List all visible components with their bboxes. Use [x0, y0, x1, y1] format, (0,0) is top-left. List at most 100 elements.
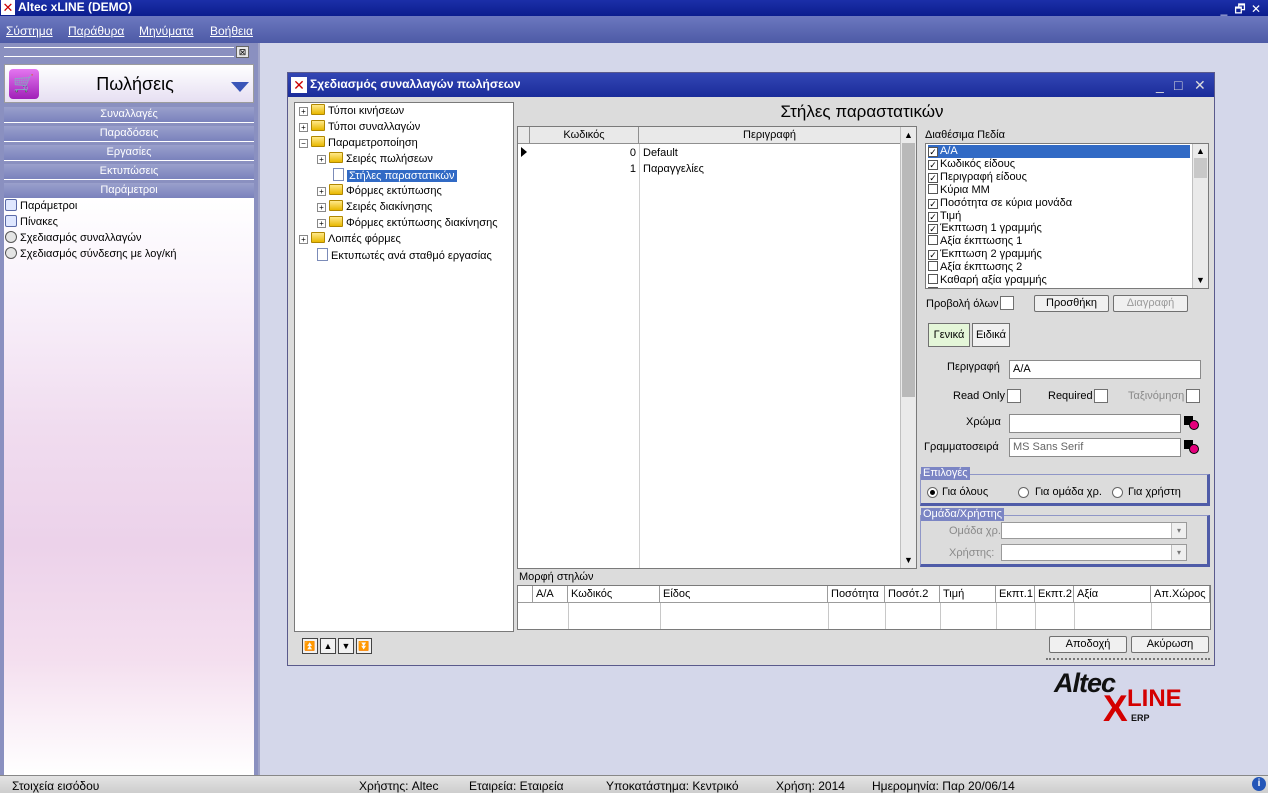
accept-button[interactable]: Αποδοχή — [1049, 636, 1127, 653]
tree-node-other-forms[interactable]: + Λοιπές φόρμες — [299, 232, 401, 248]
list-item[interactable]: ✓ Ποσότητα σε κύρια μονάδα — [928, 197, 1072, 210]
format-col-price[interactable]: Τιμή — [940, 586, 996, 603]
tree-node-distribution-print-forms[interactable]: + Φόρμες εκτύπωσης διακίνησης — [317, 216, 498, 232]
color-input[interactable] — [1009, 414, 1181, 433]
tree-node-document-columns[interactable]: Στήλες παραστατικών — [333, 168, 457, 184]
category-parameters[interactable]: Παράμετροι — [4, 183, 254, 199]
user-select[interactable]: ▾ — [1001, 544, 1187, 561]
field-checkbox[interactable]: ✓ — [928, 147, 938, 157]
list-item[interactable]: Σχεδιασμός σύνδεσης με λογ/κή — [5, 247, 177, 263]
list-item[interactable]: Αξία έκπτωσης 1 — [928, 235, 1022, 248]
add-field-button[interactable]: Προσθήκη — [1034, 295, 1109, 312]
tab-general[interactable]: Γενικά — [928, 323, 970, 347]
chevron-down-icon[interactable] — [231, 82, 249, 92]
scroll-down-icon[interactable]: ▼ — [903, 553, 914, 567]
list-item[interactable]: Παράμετροι — [5, 199, 77, 215]
close-dialog-button[interactable]: ✕ — [1194, 77, 1206, 94]
panel-pin-button[interactable]: ⊠ — [236, 46, 249, 58]
tree-node-parameterization[interactable]: − Παραμετροποίηση — [299, 136, 418, 152]
list-item[interactable]: ✓ Α/Α — [928, 145, 1190, 158]
tab-special[interactable]: Ειδικά — [972, 323, 1010, 347]
required-checkbox[interactable] — [1094, 389, 1108, 403]
category-tasks[interactable]: Εργασίες — [4, 145, 254, 161]
field-checkbox[interactable] — [928, 261, 938, 272]
move-top-button[interactable]: ⏫ — [302, 638, 318, 654]
field-checkbox[interactable]: ✓ — [928, 159, 938, 170]
scroll-up-icon[interactable]: ▲ — [1195, 145, 1206, 157]
category-prints[interactable]: Εκτυπώσεις — [4, 164, 254, 180]
info-icon[interactable]: i — [1252, 777, 1266, 791]
field-checkbox[interactable]: ✓ — [928, 250, 938, 261]
delete-field-button[interactable]: Διαγραφή — [1113, 295, 1188, 312]
tree-node-print-forms[interactable]: + Φόρμες εκτύπωσης — [317, 184, 442, 200]
format-col-value[interactable]: Αξία — [1074, 586, 1151, 603]
list-item[interactable]: Σχεδιασμός συναλλαγών — [5, 231, 141, 247]
field-checkbox[interactable]: ✓ — [928, 198, 938, 209]
fields-scrollbar[interactable]: ▲ ▼ — [1192, 144, 1208, 288]
scroll-down-icon[interactable]: ▼ — [1195, 274, 1206, 286]
scroll-thumb[interactable] — [902, 143, 915, 397]
tree-node-printers-per-station[interactable]: Εκτυπωτές ανά σταθμό εργασίας — [317, 248, 492, 264]
tree-node-transaction-types[interactable]: + Τύποι συναλλαγών — [299, 120, 420, 136]
field-checkbox[interactable] — [928, 183, 938, 194]
move-down-button[interactable]: ▼ — [338, 638, 354, 654]
module-selector[interactable]: 🛒 Πωλήσεις — [4, 64, 254, 103]
tree-node-sales-series[interactable]: + Σειρές πωλήσεων — [317, 152, 433, 168]
menu-system[interactable]: Σύστημα — [6, 24, 53, 38]
format-col-warehouse[interactable]: Απ.Χώρος — [1151, 586, 1210, 603]
font-picker-icon[interactable] — [1184, 440, 1199, 454]
user-group-select[interactable]: ▾ — [1001, 522, 1187, 539]
field-checkbox[interactable]: ✓ — [928, 172, 938, 183]
move-bottom-button[interactable]: ⏬ — [356, 638, 372, 654]
format-col-discount2[interactable]: Εκπτ.2 — [1035, 586, 1074, 603]
format-col-aa[interactable]: Α/Α — [533, 586, 568, 603]
list-item[interactable]: ✓ Τιμή — [928, 210, 961, 223]
category-deliveries[interactable]: Παραδόσεις — [4, 126, 254, 142]
list-item[interactable]: ✓ Κωδικός είδους — [928, 158, 1015, 171]
table-row[interactable]: 1 Παραγγελίες — [518, 162, 901, 178]
grid-header-code[interactable]: Κωδικός — [530, 127, 639, 144]
field-checkbox[interactable]: ✓ — [928, 211, 938, 222]
menu-messages[interactable]: Μηνύματα — [139, 24, 194, 38]
field-checkbox[interactable]: ✓ — [928, 224, 938, 235]
category-transactions[interactable]: Συναλλαγές — [4, 107, 254, 123]
menu-help[interactable]: Βοήθεια — [210, 24, 253, 38]
list-item[interactable]: ✓ Περιγραφή είδους — [928, 171, 1027, 184]
list-item[interactable]: ✓ Έκπτωση 1 γραμμής — [928, 222, 1042, 235]
list-item[interactable]: Πίνακες — [5, 215, 58, 231]
tree-node-movement-types[interactable]: + Τύποι κινήσεων — [299, 104, 404, 120]
table-row[interactable]: 0 Default — [518, 146, 901, 162]
format-col-code[interactable]: Κωδικός — [568, 586, 660, 603]
font-input[interactable]: MS Sans Serif — [1009, 438, 1181, 457]
description-input[interactable]: Α/Α — [1009, 360, 1201, 379]
list-item[interactable]: Φ.Π.Α. (%) — [928, 286, 993, 288]
format-col-item[interactable]: Είδος — [660, 586, 828, 603]
field-checkbox[interactable] — [928, 286, 938, 288]
minimize-dialog-button[interactable]: _ — [1156, 77, 1164, 93]
list-item[interactable]: Καθαρή αξία γραμμής — [928, 274, 1047, 287]
login-info-label[interactable]: Στοιχεία εισόδου — [12, 779, 99, 793]
show-all-checkbox[interactable] — [1000, 296, 1014, 310]
grid-scrollbar[interactable]: ▲ ▼ — [900, 127, 916, 568]
tree-node-distribution-series[interactable]: + Σειρές διακίνησης — [317, 200, 432, 216]
option-group-radio[interactable] — [1018, 487, 1029, 498]
scroll-up-icon[interactable]: ▲ — [903, 128, 914, 142]
maximize-dialog-button[interactable]: □ — [1174, 77, 1182, 93]
chevron-down-icon[interactable]: ▾ — [1171, 545, 1186, 560]
cancel-button[interactable]: Ακύρωση — [1131, 636, 1209, 653]
scroll-thumb[interactable] — [1194, 158, 1207, 178]
list-item[interactable]: ✓ Έκπτωση 2 γραμμής — [928, 248, 1042, 261]
field-checkbox[interactable] — [928, 235, 938, 246]
read-only-checkbox[interactable] — [1007, 389, 1021, 403]
option-user-radio[interactable] — [1112, 487, 1123, 498]
list-item[interactable]: Κύρια ΜΜ — [928, 183, 990, 197]
sort-checkbox[interactable] — [1186, 389, 1200, 403]
field-checkbox[interactable] — [928, 274, 938, 284]
option-all-radio[interactable] — [927, 487, 938, 498]
format-col-discount1[interactable]: Εκπτ.1 — [996, 586, 1035, 603]
list-item[interactable]: Αξία έκπτωσης 2 — [928, 261, 1022, 274]
chevron-down-icon[interactable]: ▾ — [1171, 523, 1186, 538]
format-col-quantity[interactable]: Ποσότητα — [828, 586, 885, 603]
grid-header-description[interactable]: Περιγραφή — [639, 127, 901, 144]
panel-grip[interactable] — [4, 47, 234, 57]
